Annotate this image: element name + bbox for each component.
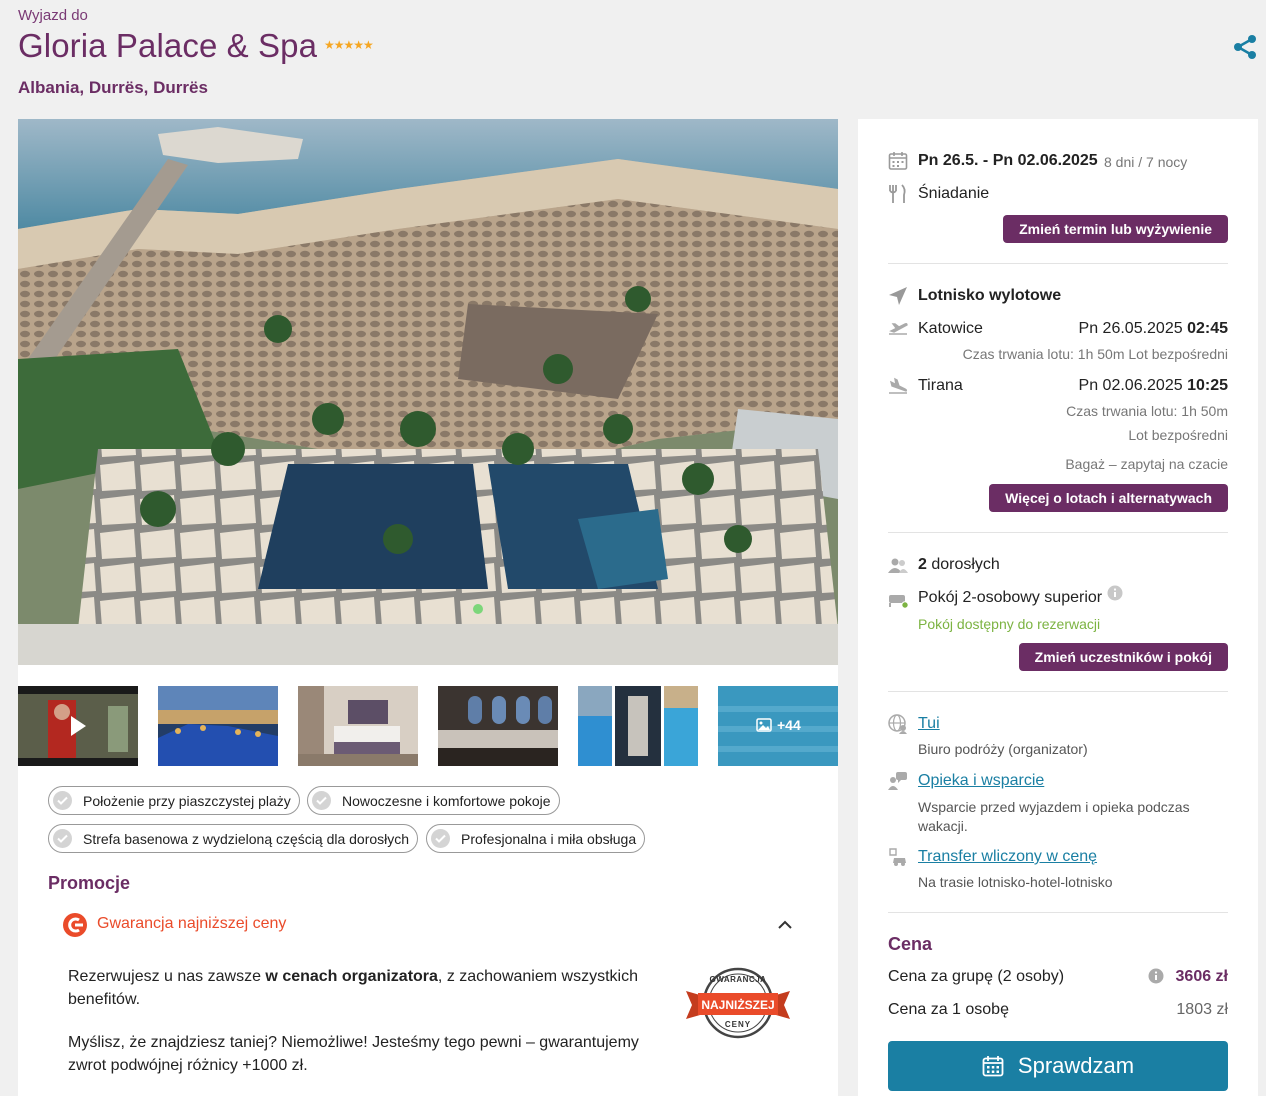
support-icon: [888, 772, 907, 790]
departure-info: Czas trwania lotu: 1h 50m Lot bezpośredn…: [962, 346, 1228, 362]
departure-time: 02:45: [1187, 320, 1228, 337]
image-icon: [756, 718, 772, 732]
more-photos-label: +44: [777, 717, 801, 733]
feature-label: Strefa basenowa z wydzieloną częścią dla…: [83, 830, 410, 847]
divider: [888, 912, 1228, 913]
bed-icon: [889, 595, 908, 609]
price-guarantee-toggle[interactable]: Gwarancja najniższej ceny: [62, 912, 802, 940]
thumbnail-more[interactable]: +44: [718, 686, 838, 766]
star-rating: ★★★★★: [324, 38, 374, 52]
transfer-icon: [889, 848, 906, 866]
badge-top-text: GWARANCJA: [709, 975, 767, 984]
calendar-icon: [888, 152, 908, 170]
return-datetime: Pn 02.06.2025 10:25: [1079, 377, 1228, 395]
group-price-value: 3606 zł: [1175, 968, 1228, 985]
return-duration: Czas trwania lotu: 1h 50m: [1066, 403, 1228, 419]
check-icon: [312, 791, 331, 810]
plane-takeoff-icon: [889, 322, 908, 335]
feature-chip: Nowoczesne i komfortowe pokoje: [307, 786, 560, 815]
room-type: Pokój 2-osobowy superior: [918, 589, 1103, 606]
baggage-info: Bagaż – zapytaj na czacie: [1065, 456, 1228, 472]
guarantee-text-a: Rezerwujesz u nas zawsze: [68, 968, 266, 985]
promotions-heading: Promocje: [48, 873, 131, 893]
departure-date: Pn 26.05.2025: [1078, 320, 1183, 337]
thumbnail-restaurant[interactable]: [438, 686, 558, 766]
board-type: Śniadanie: [918, 185, 990, 202]
pretitle: Wyjazd do: [18, 7, 88, 24]
divider: [888, 691, 1228, 692]
organizer-link[interactable]: Tui: [918, 715, 940, 733]
support-link[interactable]: Opieka i wsparcie: [918, 772, 1044, 790]
chevron-up-icon[interactable]: [776, 916, 794, 934]
participants: 2 dorosłych: [918, 556, 1000, 574]
check-icon: [53, 791, 72, 810]
departure-city: Katowice: [918, 320, 983, 337]
thumbnail-video[interactable]: [18, 686, 138, 766]
room-availability: Pokój dostępny do rezerwacji: [918, 616, 1101, 632]
lowest-price-badge: GWARANCJA NAJNIŻSZEJ CENY: [686, 967, 790, 1039]
guarantee-text-bold: w cenach organizatora: [265, 968, 438, 985]
info-icon[interactable]: [1148, 968, 1164, 984]
divider: [888, 532, 1228, 533]
plane-landing-icon: [889, 377, 908, 394]
info-icon[interactable]: [1107, 585, 1123, 601]
return-city: Tirana: [918, 377, 963, 394]
divider: [888, 263, 1228, 264]
guarantee-label: Gwarancja najniższej ceny: [97, 915, 287, 932]
guarantee-logo-icon: [63, 913, 87, 937]
return-date: Pn 02.06.2025: [1078, 377, 1183, 394]
feature-label: Położenie przy piaszczystej plaży: [83, 792, 291, 809]
transfer-link[interactable]: Transfer wliczony w cenę: [918, 848, 1097, 866]
person-price-value: 1803 zł: [1176, 1001, 1228, 1018]
more-photos-count: +44: [756, 717, 801, 733]
transfer-desc: Na trasie lotnisko-hotel-lotnisko: [918, 874, 1113, 890]
fork-knife-icon: [889, 184, 906, 203]
support-desc: Wsparcie przed wyjazdem i opieka podczas…: [918, 799, 1190, 834]
feature-chip: Położenie przy piaszczystej plaży: [48, 786, 300, 815]
badge-bot-text: CENY: [724, 1020, 752, 1029]
departure-datetime: Pn 26.05.2025 02:45: [1079, 320, 1228, 338]
feature-chip: Profesjonalna i miła obsługa: [426, 824, 646, 853]
adults-label: dorosłych: [926, 556, 1000, 573]
hotel-location: Albania, Durrës, Durrës: [18, 78, 208, 97]
share-icon[interactable]: [1232, 34, 1258, 60]
organizer-desc: Biuro podróży (organizator): [918, 741, 1088, 757]
people-icon: [888, 558, 908, 573]
thumbnail-beach-pool[interactable]: [158, 686, 278, 766]
main-photo[interactable]: [18, 119, 838, 665]
thumbnail-strip: +44: [18, 686, 838, 766]
person-price-label: Cena za 1 osobę: [888, 1001, 1009, 1018]
check-availability-label: Sprawdzam: [1017, 1053, 1135, 1078]
badge-mid-text: NAJNIŻSZEJ: [701, 998, 775, 1012]
left-panel: +44 Położenie przy piaszczystej plaży No…: [18, 119, 838, 1096]
change-participants-button[interactable]: Zmień uczestników i pokój: [1018, 643, 1228, 671]
group-price-label: Cena za grupę (2 osoby): [888, 968, 1065, 985]
price-heading: Cena: [888, 934, 933, 954]
return-direct: Lot bezpośredni: [1128, 427, 1228, 443]
navigation-arrow-icon: [889, 287, 907, 305]
change-date-button[interactable]: Zmień termin lub wyżywienie: [1003, 215, 1228, 243]
check-icon: [431, 829, 450, 848]
trip-duration: 8 dni / 7 nocy: [1104, 154, 1188, 170]
airport-heading: Lotnisko wylotowe: [918, 287, 1062, 304]
calendar-icon: [982, 1056, 1004, 1077]
adults-count: 2: [918, 556, 927, 573]
thumbnail-collage[interactable]: [578, 686, 698, 766]
trip-dates: Pn 26.5. - Pn 02.06.2025: [918, 152, 1098, 169]
guarantee-text-p2: Myślisz, że znajdziesz taniej? Niemożliw…: [68, 1034, 639, 1074]
more-flights-button[interactable]: Więcej o lotach i alternatywach: [989, 484, 1228, 512]
feature-chip: Strefa basenowa z wydzieloną częścią dla…: [48, 824, 419, 853]
thumbnail-room[interactable]: [298, 686, 418, 766]
check-availability-button[interactable]: Sprawdzam: [888, 1041, 1228, 1091]
feature-label: Nowoczesne i komfortowe pokoje: [342, 792, 551, 809]
guarantee-text: Rezerwujesz u nas zawsze w cenach organi…: [68, 966, 658, 1077]
return-time: 10:25: [1187, 377, 1228, 394]
feature-label: Profesjonalna i miła obsługa: [461, 830, 637, 847]
hotel-name: Gloria Palace & Spa: [18, 27, 318, 64]
globe-person-icon: [888, 714, 907, 734]
check-icon: [53, 829, 72, 848]
booking-summary: Pn 26.5. - Pn 02.06.2025 8 dni / 7 nocy …: [858, 119, 1258, 1096]
